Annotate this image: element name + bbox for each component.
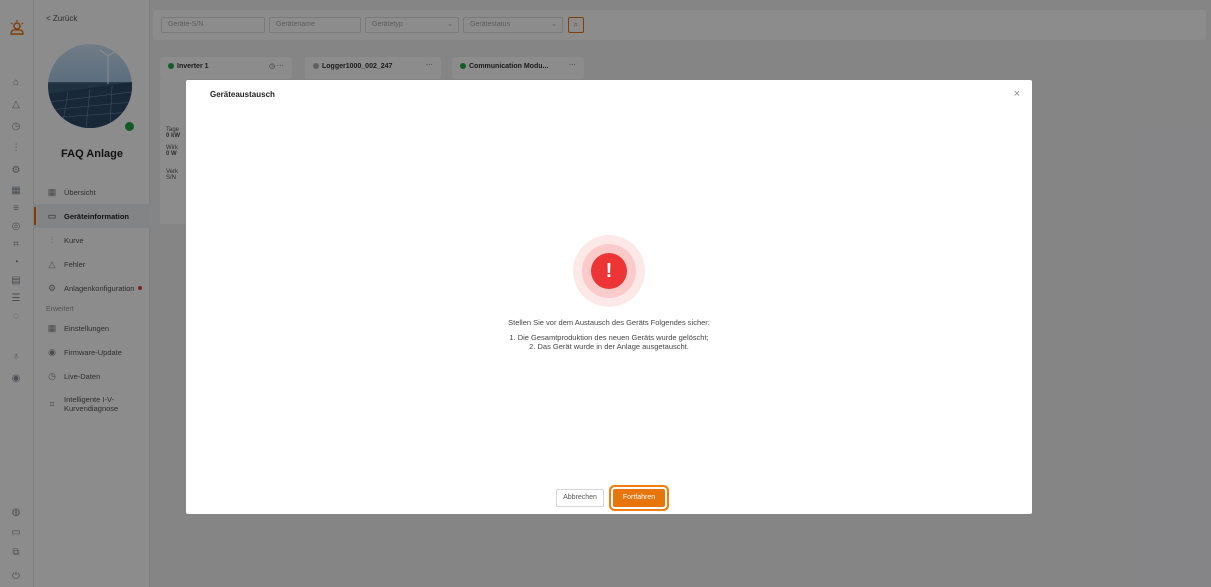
dialog-message: Stellen Sie vor dem Austausch des Geräts… [186,318,1032,351]
exclamation-icon: ! [591,253,627,289]
cancel-button[interactable]: Abbrechen [556,489,604,507]
dialog-title: Geräteaustausch [210,90,275,99]
continue-button[interactable]: Fortfahren [613,489,665,507]
device-replacement-dialog: Geräteaustausch × ! Stellen Sie vor dem … [186,80,1032,514]
alert-icon: ! [573,235,645,307]
message-line-2: 2. Das Gerät wurde in der Anlage ausgeta… [529,342,689,351]
close-icon[interactable]: × [1014,88,1020,100]
message-line-1: 1. Die Gesamtproduktion des neuen Geräts… [509,333,709,342]
message-heading: Stellen Sie vor dem Austausch des Geräts… [508,318,710,327]
